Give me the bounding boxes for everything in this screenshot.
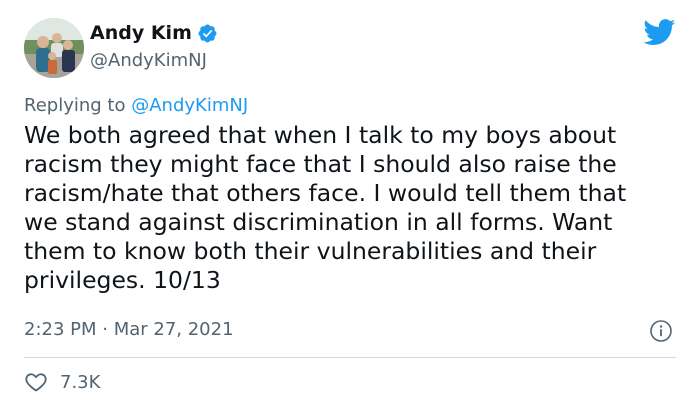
author-display-name[interactable]: Andy Kim	[90, 22, 192, 44]
tweet-text: We both agreed that when I talk to my bo…	[24, 121, 684, 295]
replying-to: Replying to @AndyKimNJ	[24, 95, 248, 116]
avatar-photo	[24, 18, 84, 78]
tweet-text-line: racism they might face that I should als…	[24, 150, 617, 178]
avatar[interactable]	[24, 18, 84, 78]
twitter-bird-icon[interactable]	[643, 19, 676, 46]
author-handle[interactable]: @AndyKimNJ	[90, 50, 207, 71]
tweet-text-line: them to know both their vulnerabilities …	[24, 237, 597, 265]
replying-prefix: Replying to	[24, 95, 126, 116]
divider	[24, 357, 676, 358]
tweet-timestamp[interactable]: 2:23 PM · Mar 27, 2021	[24, 319, 234, 340]
reply-mention-link[interactable]: @AndyKimNJ	[131, 95, 248, 116]
author-name[interactable]: Andy Kim	[90, 22, 218, 44]
like-button[interactable]: 7.3K	[24, 370, 100, 394]
tweet-text-line: racism/hate that others face. I would te…	[24, 179, 627, 207]
tweet-text-line: privileges. 10/13	[24, 266, 221, 294]
info-icon[interactable]	[649, 319, 673, 343]
tweet-text-line: we stand against discrimination in all f…	[24, 208, 613, 236]
tweet-text-line: We both agreed that when I talk to my bo…	[24, 121, 617, 149]
like-count: 7.3K	[60, 371, 101, 393]
heart-icon[interactable]	[24, 370, 48, 394]
verified-badge-icon	[198, 24, 217, 42]
